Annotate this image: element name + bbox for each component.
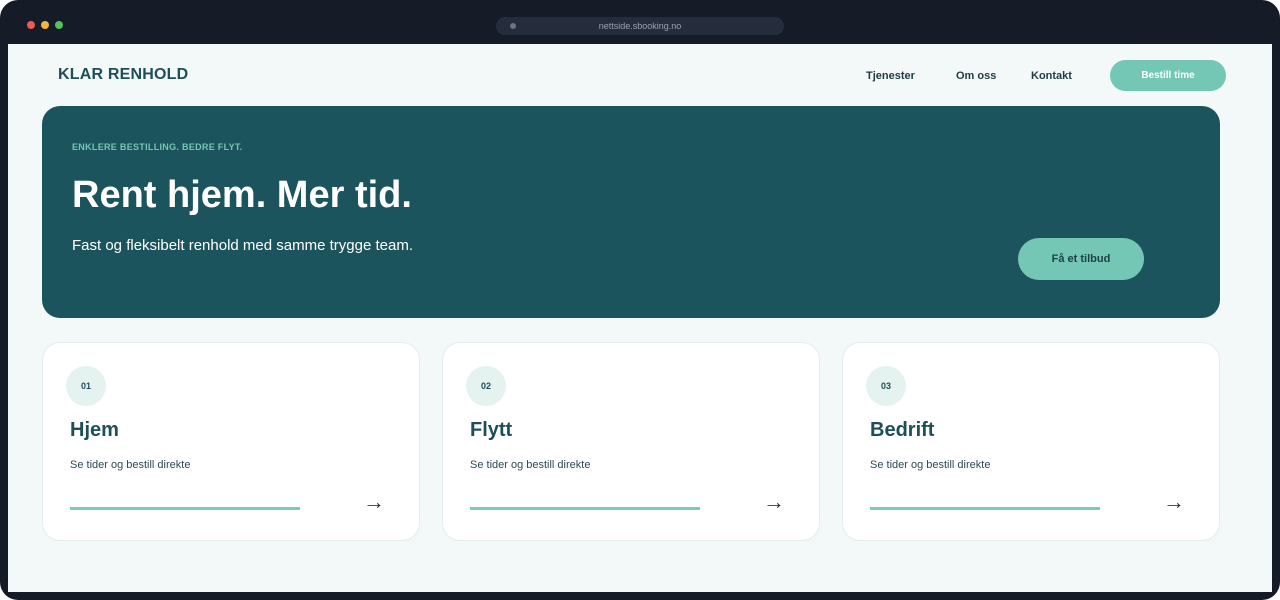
browser-window: nettside.sbooking.no KLAR RENHOLD Tjenes… <box>0 0 1280 600</box>
nav-link-tjenester[interactable]: Tjenester <box>866 70 915 82</box>
get-quote-button[interactable]: Få et tilbud <box>1018 238 1144 280</box>
hero-title: Rent hjem. Mer tid. <box>72 174 412 216</box>
service-card-hjem[interactable]: 01 Hjem Se tider og bestill direkte → <box>42 342 420 541</box>
card-description: Se tider og bestill direkte <box>870 459 991 471</box>
address-bar-url: nettside.sbooking.no <box>598 21 682 31</box>
card-title: Bedrift <box>870 419 935 441</box>
card-number-badge: 03 <box>866 366 906 406</box>
nav-link-om-oss[interactable]: Om oss <box>956 70 996 82</box>
service-card-bedrift[interactable]: 03 Bedrift Se tider og bestill direkte → <box>842 342 1220 541</box>
minimize-window-icon[interactable] <box>41 21 49 29</box>
arrow-right-icon[interactable]: → <box>1163 491 1185 513</box>
card-divider <box>870 507 1100 510</box>
browser-titlebar: nettside.sbooking.no <box>0 0 1280 44</box>
brand-logo[interactable]: KLAR RENHOLD <box>58 66 188 84</box>
card-divider <box>470 507 700 510</box>
page-viewport: KLAR RENHOLD Tjenester Om oss Kontakt Be… <box>8 44 1272 592</box>
card-divider <box>70 507 300 510</box>
hero-subtitle: Fast og fleksibelt renhold med samme try… <box>72 237 413 254</box>
card-number-badge: 02 <box>466 366 506 406</box>
hero-eyebrow: ENKLERE BESTILLING. BEDRE FLYT. <box>72 142 243 152</box>
close-window-icon[interactable] <box>27 21 35 29</box>
card-description: Se tider og bestill direkte <box>470 459 591 471</box>
service-card-flytt[interactable]: 02 Flytt Se tider og bestill direkte → <box>442 342 820 541</box>
card-number-badge: 01 <box>66 366 106 406</box>
card-description: Se tider og bestill direkte <box>70 459 191 471</box>
arrow-right-icon[interactable]: → <box>363 491 385 513</box>
book-appointment-button[interactable]: Bestill time <box>1110 60 1226 91</box>
card-title: Flytt <box>470 419 513 441</box>
arrow-right-icon[interactable]: → <box>763 491 785 513</box>
nav-link-kontakt[interactable]: Kontakt <box>1031 70 1072 82</box>
card-title: Hjem <box>70 419 119 441</box>
hero-banner: ENKLERE BESTILLING. BEDRE FLYT. Rent hje… <box>42 106 1220 318</box>
maximize-window-icon[interactable] <box>55 21 63 29</box>
address-bar[interactable]: nettside.sbooking.no <box>496 17 784 35</box>
